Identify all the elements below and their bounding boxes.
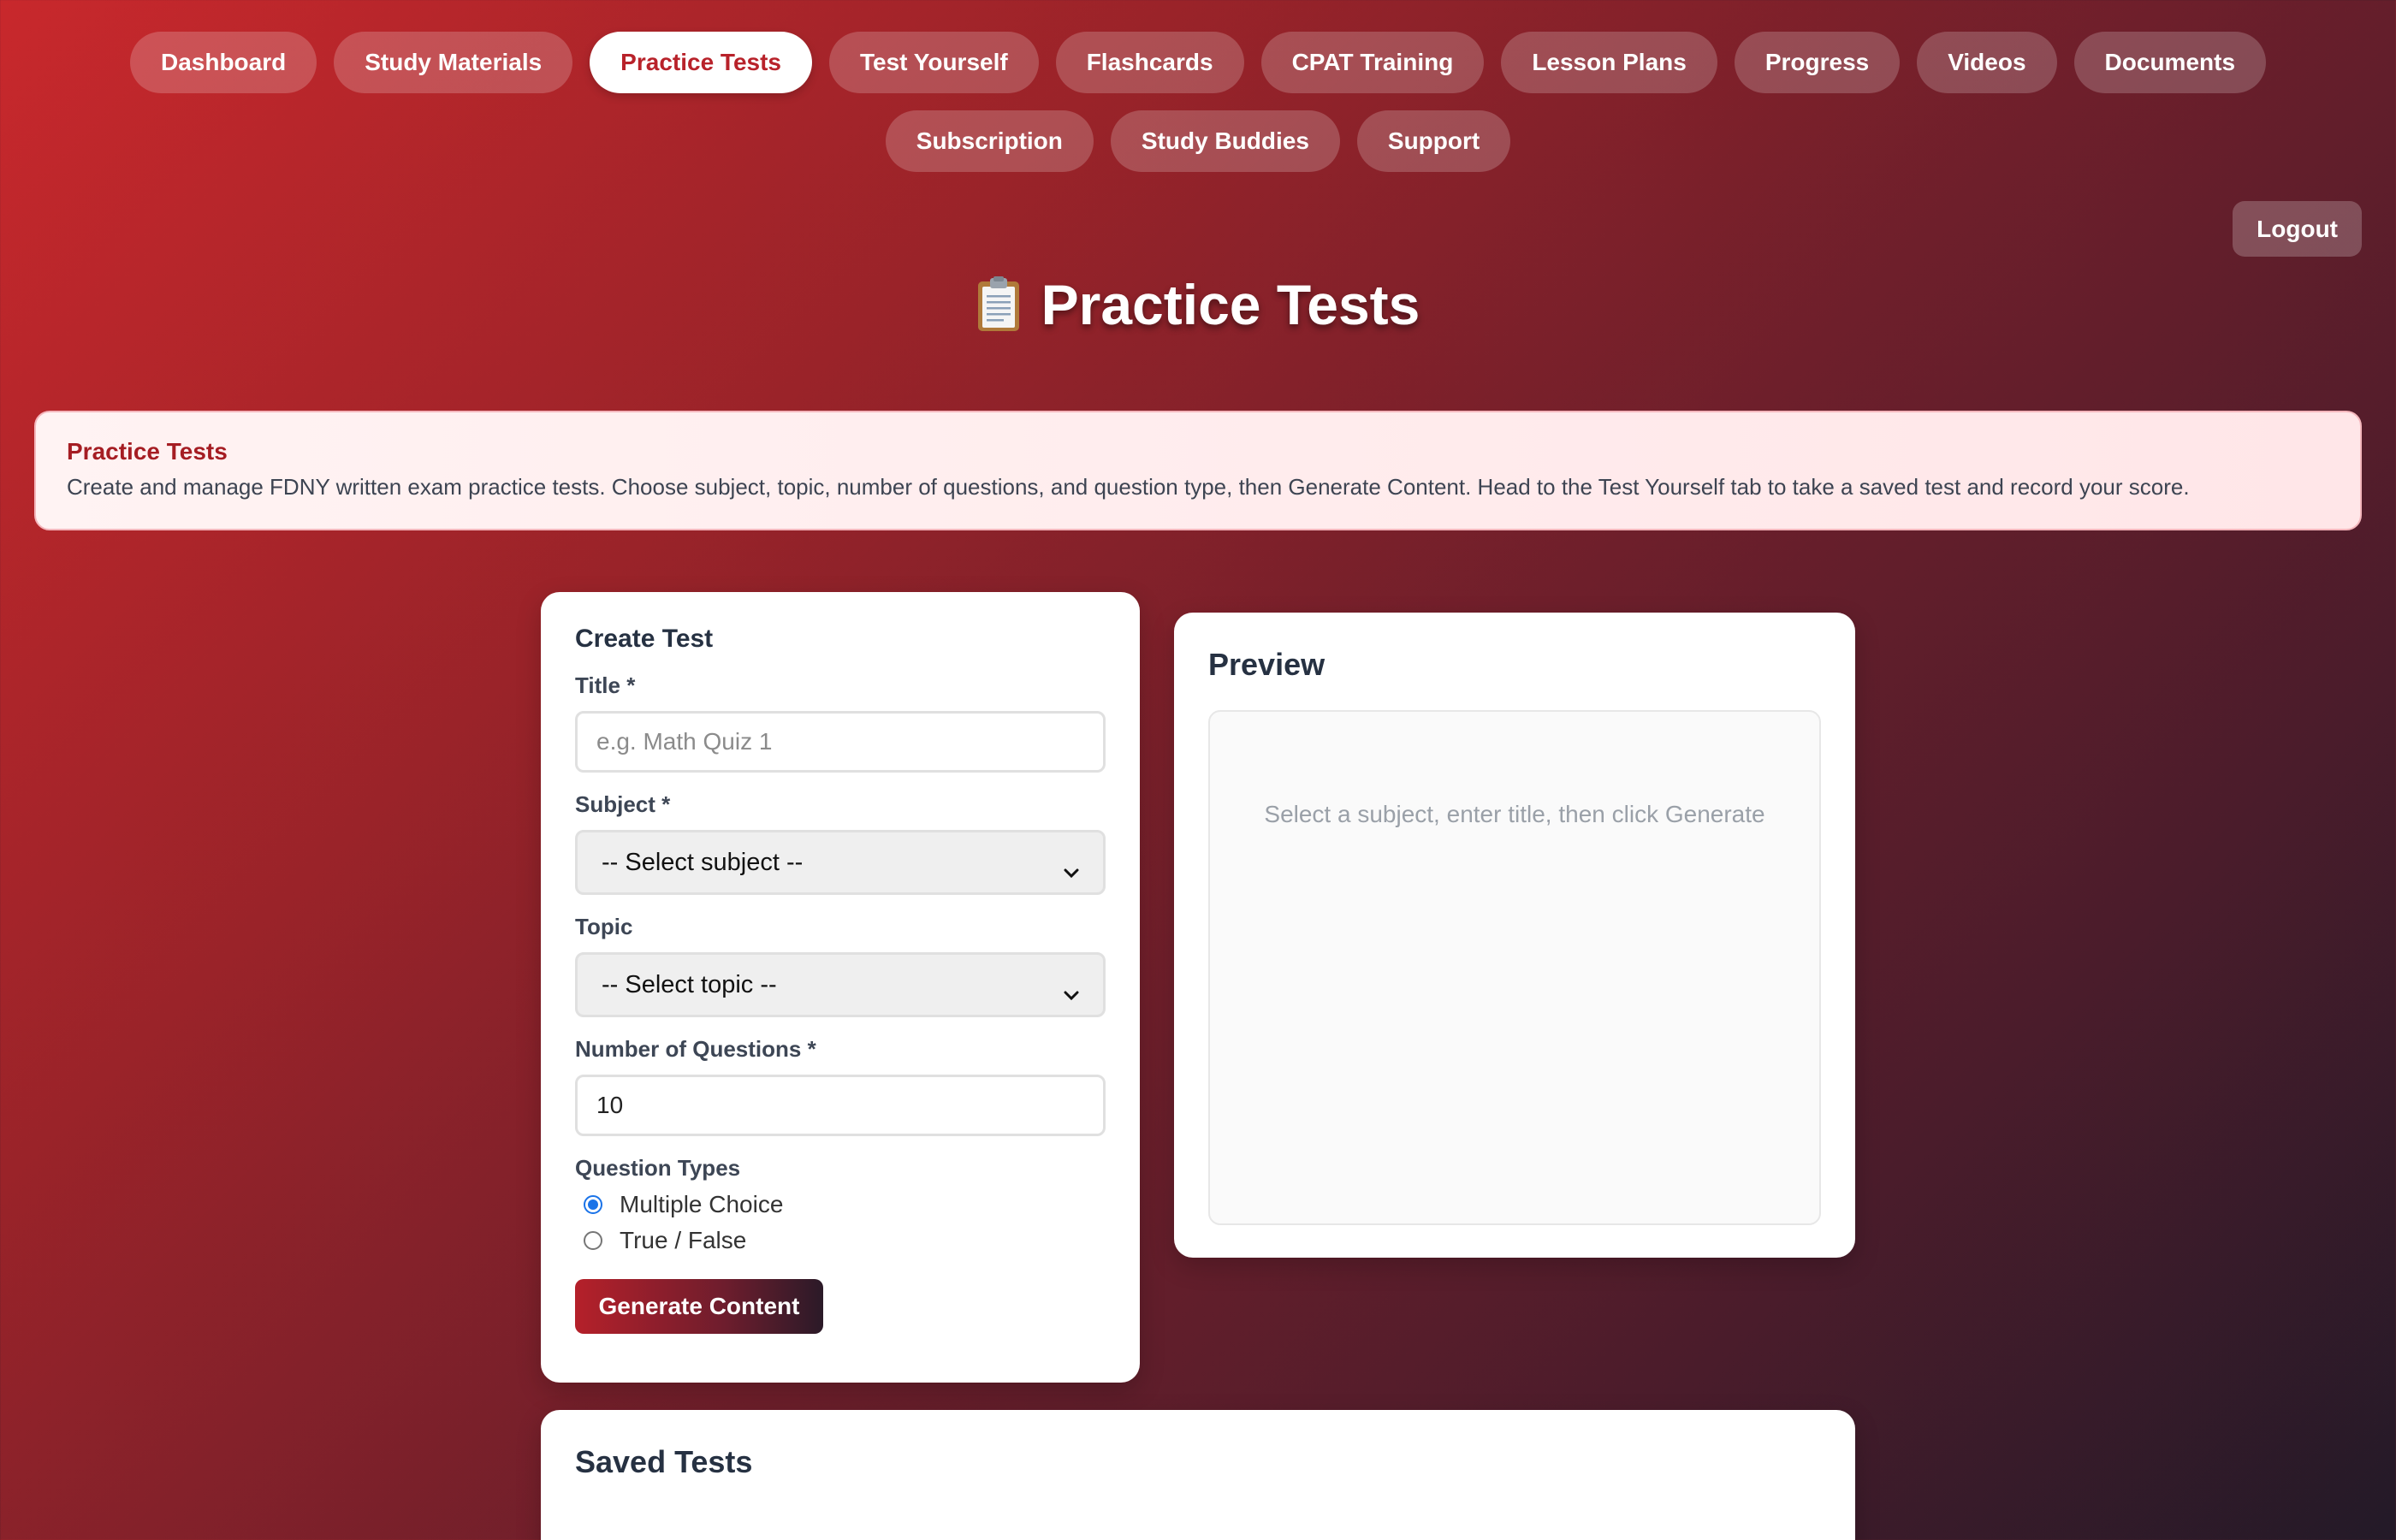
title-input[interactable] bbox=[575, 711, 1106, 773]
nav-dashboard[interactable]: Dashboard bbox=[129, 32, 317, 93]
generate-content-button[interactable]: Generate Content bbox=[575, 1279, 823, 1334]
nav-flashcards[interactable]: Flashcards bbox=[1055, 32, 1244, 93]
page-title: Practice Tests bbox=[0, 272, 2396, 337]
chevron-down-icon bbox=[1064, 980, 1079, 1001]
radio-label: Multiple Choice bbox=[620, 1191, 784, 1217]
nav-support[interactable]: Support bbox=[1356, 110, 1511, 172]
nav-study-buddies[interactable]: Study Buddies bbox=[1110, 110, 1340, 172]
radio-button-checked[interactable] bbox=[584, 1195, 602, 1214]
subject-label: Subject * bbox=[575, 791, 671, 817]
radio-button[interactable] bbox=[584, 1231, 602, 1250]
radio-multiple-choice[interactable]: Multiple Choice bbox=[584, 1187, 1106, 1223]
clipboard-icon bbox=[976, 276, 1021, 333]
subject-select[interactable]: -- Select subject -- bbox=[575, 830, 1106, 895]
info-title: Practice Tests bbox=[67, 438, 228, 465]
preview-heading: Preview bbox=[1208, 647, 1326, 682]
preview-card: Preview Select a subject, enter title, t… bbox=[1174, 613, 1855, 1258]
nav-study-materials[interactable]: Study Materials bbox=[334, 32, 573, 93]
saved-tests-heading: Saved Tests bbox=[575, 1444, 753, 1479]
nav-progress[interactable]: Progress bbox=[1734, 32, 1901, 93]
create-test-card: Create Test Title * Subject * -- Select … bbox=[541, 592, 1140, 1383]
subject-select-value: -- Select subject -- bbox=[602, 848, 804, 876]
main-nav: Dashboard Study Materials Practice Tests… bbox=[0, 32, 2396, 172]
topic-select-value: -- Select topic -- bbox=[602, 970, 777, 998]
nav-subscription[interactable]: Subscription bbox=[885, 110, 1094, 172]
num-questions-input[interactable] bbox=[575, 1075, 1106, 1136]
nav-practice-tests[interactable]: Practice Tests bbox=[590, 32, 812, 93]
info-text: Create and manage FDNY written exam prac… bbox=[67, 474, 2190, 500]
radio-label: True / False bbox=[620, 1227, 747, 1253]
question-types-label: Question Types bbox=[575, 1155, 741, 1181]
preview-empty-text: Select a subject, enter title, then clic… bbox=[1264, 801, 1765, 827]
topic-label: Topic bbox=[575, 914, 633, 939]
page-title-text: Practice Tests bbox=[1041, 273, 1420, 336]
logout-button[interactable]: Logout bbox=[2233, 201, 2362, 257]
nav-lesson-plans[interactable]: Lesson Plans bbox=[1501, 32, 1717, 93]
preview-area: Select a subject, enter title, then clic… bbox=[1208, 710, 1821, 1225]
radio-true-false[interactable]: True / False bbox=[584, 1223, 1106, 1259]
nav-videos[interactable]: Videos bbox=[1917, 32, 2057, 93]
nav-cpat-training[interactable]: CPAT Training bbox=[1260, 32, 1485, 93]
info-banner: Practice Tests Create and manage FDNY wr… bbox=[34, 411, 2362, 530]
saved-tests-card: Saved Tests bbox=[541, 1410, 1855, 1540]
create-test-heading: Create Test bbox=[575, 625, 714, 653]
nav-documents[interactable]: Documents bbox=[2073, 32, 2267, 93]
nav-test-yourself[interactable]: Test Yourself bbox=[828, 32, 1039, 93]
topic-select[interactable]: -- Select topic -- bbox=[575, 952, 1106, 1017]
num-questions-label: Number of Questions * bbox=[575, 1036, 816, 1062]
title-label: Title * bbox=[575, 672, 636, 698]
chevron-down-icon bbox=[1064, 857, 1079, 879]
